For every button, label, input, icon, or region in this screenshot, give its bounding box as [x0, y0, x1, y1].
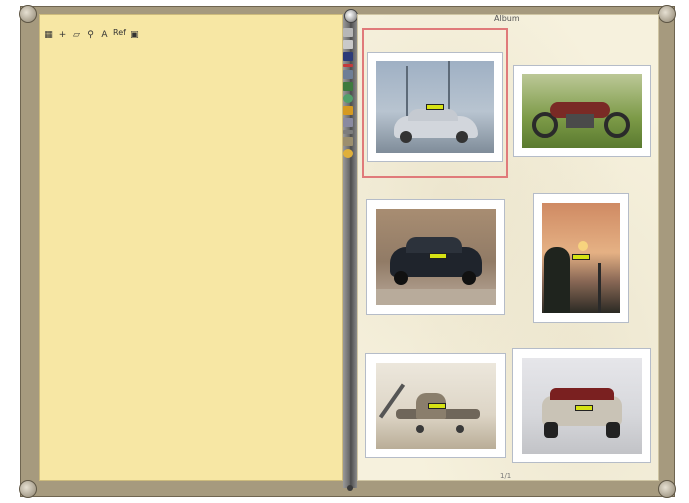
corner-ornament-icon: [658, 480, 676, 498]
page-label: Album: [494, 14, 520, 23]
photo-icon[interactable]: [343, 70, 353, 79]
photo-card[interactable]: [533, 193, 629, 323]
save-icon[interactable]: [343, 52, 353, 61]
photo-card[interactable]: [366, 199, 505, 315]
photo-tag-icon: [575, 405, 593, 411]
list-icon[interactable]: [343, 40, 353, 49]
settings-icon[interactable]: [343, 118, 353, 127]
spine-end-icon: [347, 485, 353, 491]
left-page-canvas[interactable]: ▦ + ▱ ⚲ A Ref ▣: [39, 14, 343, 481]
grid-icon[interactable]: ▦: [43, 28, 54, 40]
spine-knob-icon[interactable]: [344, 9, 358, 23]
export-icon[interactable]: [343, 82, 353, 91]
cut-icon[interactable]: [343, 64, 353, 67]
link-icon[interactable]: [343, 130, 353, 134]
text-icon[interactable]: A: [99, 28, 110, 40]
help-icon[interactable]: [343, 149, 353, 158]
selection-outline: [362, 28, 508, 178]
photo-tag-icon: [429, 253, 447, 259]
plus-icon[interactable]: +: [57, 28, 68, 40]
image-icon[interactable]: ▣: [129, 28, 140, 40]
print-icon[interactable]: [343, 137, 353, 146]
corner-ornament-icon: [658, 5, 676, 23]
text-toolbar: ▦ + ▱ ⚲ A Ref ▣: [43, 25, 140, 41]
crop-icon[interactable]: ▱: [71, 28, 82, 40]
font-icon[interactable]: Ref: [113, 26, 126, 40]
corner-ornament-icon: [19, 480, 37, 498]
open-icon[interactable]: [343, 28, 353, 37]
page-number: 1/1: [500, 472, 512, 480]
photo-image: [522, 74, 642, 148]
globe-icon[interactable]: [343, 94, 353, 103]
photo-card[interactable]: [512, 348, 651, 463]
zoom-icon[interactable]: ⚲: [85, 28, 96, 40]
photo-tag-icon: [572, 254, 590, 260]
photo-card[interactable]: [513, 65, 651, 157]
photo-tag-icon: [428, 403, 446, 409]
corner-ornament-icon: [19, 5, 37, 23]
photo-card[interactable]: [365, 353, 506, 458]
warning-icon[interactable]: [343, 106, 353, 115]
side-toolbar: [341, 28, 355, 158]
